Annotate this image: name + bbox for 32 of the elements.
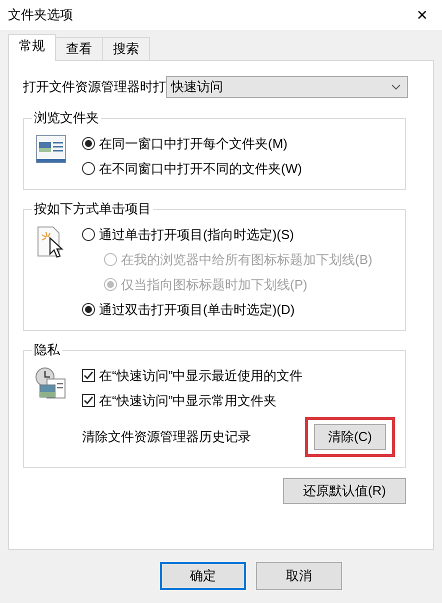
radio-button[interactable]	[82, 228, 95, 241]
restore-defaults-button[interactable]: 还原默认值(R)	[283, 478, 406, 504]
window-icon	[36, 135, 66, 163]
tab[interactable]: 搜索	[102, 37, 150, 60]
radio-button[interactable]	[82, 303, 95, 316]
dialog-button[interactable]: 取消	[256, 562, 342, 590]
option-label: 清除文件资源管理器历史记录	[82, 428, 251, 446]
window-title: 文件夹选项	[8, 6, 73, 24]
checkbox[interactable]	[82, 369, 95, 382]
group-title: 浏览文件夹	[33, 109, 100, 127]
radio-button[interactable]	[82, 137, 95, 150]
dialog-button[interactable]: 确定	[160, 562, 246, 590]
option-label: 在“快速访问”中显示最近使用的文件	[99, 366, 303, 384]
group-title: 隐私	[33, 341, 61, 359]
field-label: 打开文件资源管理器时打	[23, 78, 166, 96]
tab[interactable]: 常规	[8, 34, 56, 61]
cursor-document-icon	[37, 226, 65, 260]
option-label: 通过单击打开项目(指向时选定)(S)	[99, 226, 294, 244]
close-button[interactable]: ✕	[410, 4, 434, 26]
checkbox[interactable]	[82, 394, 95, 407]
option-label: 仅当指向图标标题时加下划线(P)	[121, 276, 308, 294]
group-title: 按如下方式单击项目	[33, 200, 152, 218]
option-label: 在我的浏览器中给所有图标标题加下划线(B)	[121, 250, 372, 268]
clear-button[interactable]: 清除(C)	[314, 424, 386, 450]
radio-button[interactable]	[82, 162, 95, 175]
option-label: 在同一窗口中打开每个文件夹(M)	[99, 134, 288, 152]
option-label: 在“快速访问”中显示常用文件夹	[99, 392, 277, 410]
option-label: 通过双击打开项目(单击时选定)(D)	[99, 300, 295, 318]
option-label: 在不同窗口中打开不同的文件夹(W)	[99, 160, 302, 178]
clock-pictures-icon	[35, 367, 67, 399]
dropdown[interactable]: 快速访问	[166, 76, 408, 98]
chevron-down-icon	[391, 84, 401, 90]
